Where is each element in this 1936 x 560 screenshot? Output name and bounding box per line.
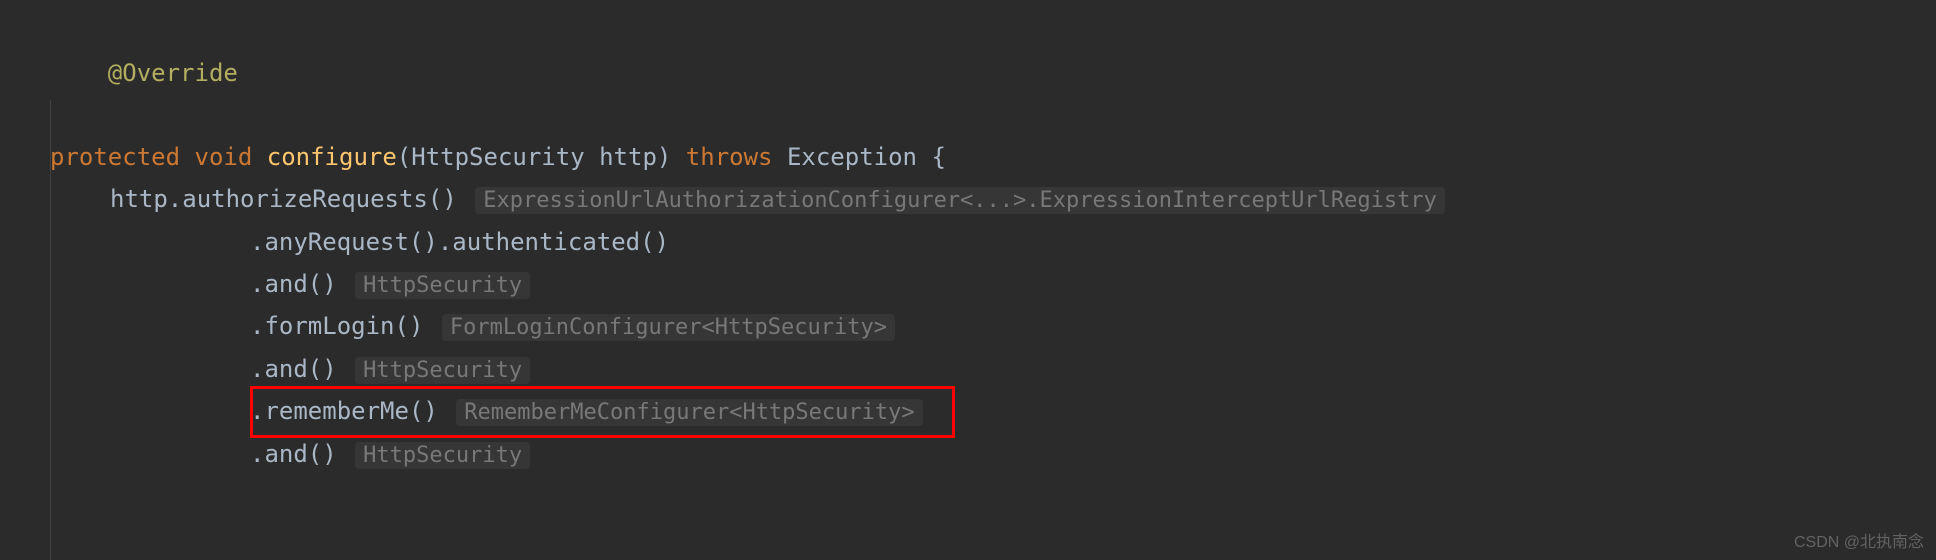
keyword-throws: throws xyxy=(686,143,773,171)
http-authorize-requests: http.authorizeRequests() xyxy=(110,185,457,213)
code-line-1[interactable]: @Override xyxy=(50,10,1936,136)
inlay-hint-line9: HttpSecurity xyxy=(355,442,530,469)
code-line-7[interactable]: .and() HttpSecurity xyxy=(50,348,1936,391)
code-line-5[interactable]: .and() HttpSecurity xyxy=(50,263,1936,306)
close-paren: ) xyxy=(657,143,671,171)
code-line-8[interactable]: .rememberMe() RememberMeConfigurer<HttpS… xyxy=(50,390,1936,433)
and-call-1: .and() xyxy=(250,270,337,298)
code-line-4[interactable]: .anyRequest().authenticated() xyxy=(50,221,1936,263)
code-editor[interactable]: @Override protected void configure(HttpS… xyxy=(0,0,1936,475)
exception-type: Exception xyxy=(787,143,917,171)
form-login: .formLogin() xyxy=(250,312,423,340)
code-line-2[interactable]: protected void configure(HttpSecurity ht… xyxy=(50,136,1936,178)
keyword-protected: protected xyxy=(50,143,180,171)
and-call-3: .and() xyxy=(250,440,337,468)
annotation-override: @Override xyxy=(108,59,238,87)
and-call-2: .and() xyxy=(250,355,337,383)
inlay-hint-line7: HttpSecurity xyxy=(355,357,530,384)
any-request-authenticated: .anyRequest().authenticated() xyxy=(250,228,669,256)
code-line-9[interactable]: .and() HttpSecurity xyxy=(50,433,1936,476)
open-paren: ( xyxy=(397,143,411,171)
param-name: http xyxy=(599,143,657,171)
code-line-6[interactable]: .formLogin() FormLoginConfigurer<HttpSec… xyxy=(50,305,1936,348)
inlay-hint-line5: HttpSecurity xyxy=(355,272,530,299)
method-configure: configure xyxy=(267,143,397,171)
inlay-hint-line8: RememberMeConfigurer<HttpSecurity> xyxy=(456,399,922,426)
watermark-text: CSDN @北执南念 xyxy=(1794,528,1924,552)
param-type: HttpSecurity xyxy=(411,143,584,171)
inlay-hint-line3: ExpressionUrlAuthorizationConfigurer<...… xyxy=(475,187,1445,214)
inlay-hint-line6: FormLoginConfigurer<HttpSecurity> xyxy=(442,314,895,341)
keyword-void: void xyxy=(195,143,253,171)
open-brace: { xyxy=(931,143,945,171)
code-line-3[interactable]: http.authorizeRequests() ExpressionUrlAu… xyxy=(50,178,1936,221)
remember-me: .rememberMe() xyxy=(250,397,438,425)
